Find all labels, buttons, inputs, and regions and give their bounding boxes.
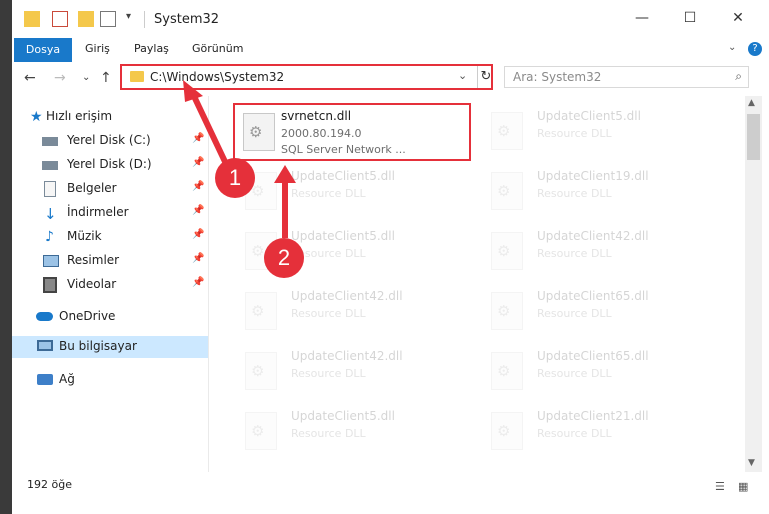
annotation-arrowhead-1: [183, 80, 203, 102]
annotation-arrowhead-2: [274, 165, 296, 183]
annotation-arrow-1: [189, 90, 231, 170]
annotation-overlay: [183, 80, 296, 238]
step-badge-1: 1: [215, 158, 255, 198]
step-badge-2: 2: [264, 238, 304, 278]
